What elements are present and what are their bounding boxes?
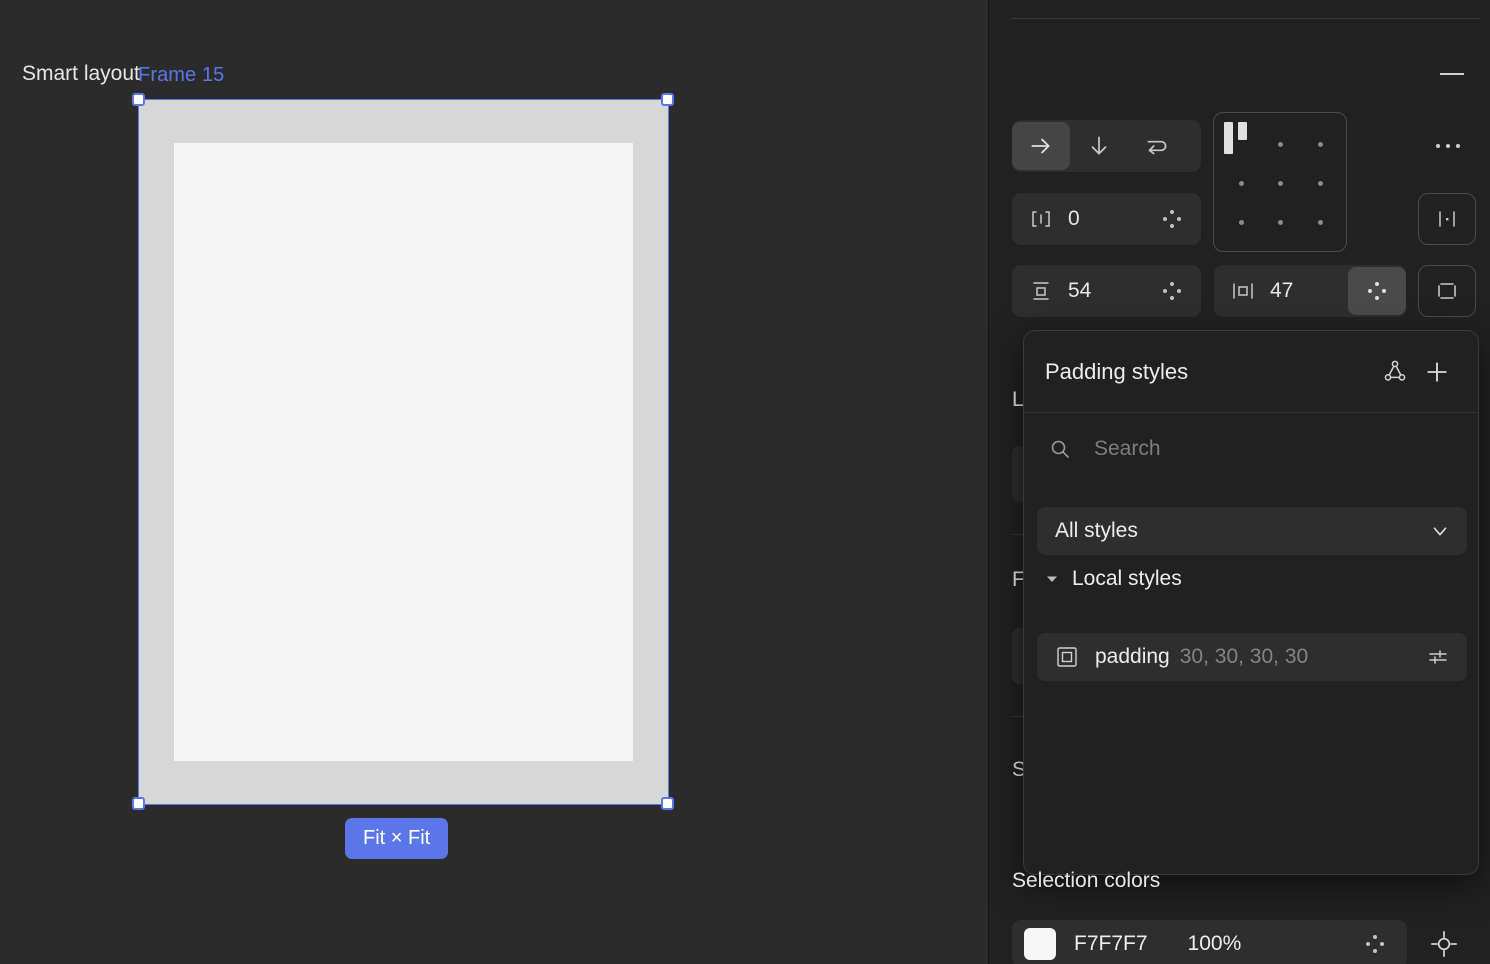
vertical-padding-field[interactable]: 54	[1012, 265, 1201, 317]
gap-value: 0	[1068, 207, 1080, 230]
chevron-down-glyph	[1433, 527, 1447, 536]
color-swatch[interactable]	[1024, 928, 1056, 960]
size-badge[interactable]: Fit × Fit	[345, 818, 449, 859]
vertical-padding-variable-dots-icon[interactable]	[1143, 267, 1201, 315]
wrap-arrow-icon	[1147, 140, 1167, 155]
individual-padding-glyph	[1438, 283, 1456, 299]
padding-styles-popup[interactable]: Padding styles Search All styles Local s…	[1023, 330, 1479, 875]
minimize-icon[interactable]	[1437, 60, 1467, 88]
minus-glyph	[1440, 73, 1464, 75]
align-dot-top-center[interactable]	[1278, 142, 1283, 147]
gap-icon	[1026, 208, 1056, 230]
list-item[interactable]: padding 30, 30, 30, 30	[1037, 633, 1467, 681]
direction-horizontal-button[interactable]	[1012, 122, 1070, 170]
align-dot-middle-left[interactable]	[1239, 181, 1244, 186]
resize-handle-top-left[interactable]	[132, 93, 145, 106]
ellipsis-glyph	[1436, 144, 1460, 148]
local-styles-label: Local styles	[1072, 567, 1182, 590]
horizontal-padding-value: 47	[1270, 279, 1294, 302]
search-input[interactable]	[1074, 437, 1458, 461]
direction-wrap-button[interactable]	[1128, 122, 1186, 170]
horizontal-padding-glyph	[1233, 283, 1253, 299]
resize-handle-bottom-left[interactable]	[132, 797, 145, 810]
style-value: 30, 30, 30, 30	[1179, 645, 1309, 668]
app-root: Frame 15 Fit × Fit Smart layout 0 54 47 …	[0, 0, 1490, 964]
smart-layout-section-title: Smart layout	[22, 62, 140, 85]
color-variable-dots-icon[interactable]	[1351, 922, 1399, 964]
align-dot-bottom-center[interactable]	[1278, 220, 1283, 225]
frame-name-label[interactable]: Frame 15	[138, 64, 224, 87]
distribute-spacing-icon[interactable]	[1418, 193, 1476, 245]
popup-title: Padding styles	[1045, 358, 1189, 384]
alignment-grid-icon[interactable]	[1213, 112, 1347, 252]
padding-style-glyph	[1057, 647, 1077, 667]
design-canvas[interactable]: Frame 15 Fit × Fit	[0, 0, 988, 964]
variable-dots-glyph	[1366, 935, 1384, 953]
search-icon	[1048, 437, 1074, 461]
selection-colors-title: Selection colors	[1012, 869, 1161, 892]
sliders-glyph	[1429, 650, 1447, 664]
horizontal-padding-variable-dots-icon[interactable]	[1348, 267, 1406, 315]
search-glyph	[1051, 440, 1069, 458]
popup-header: Padding styles	[1024, 331, 1478, 413]
local-styles-group-header[interactable]: Local styles	[1046, 567, 1182, 591]
align-dot-top-right[interactable]	[1318, 142, 1323, 147]
caret-down-glyph	[1047, 576, 1057, 582]
caret-down-icon	[1046, 573, 1058, 585]
vertical-padding-icon	[1026, 279, 1056, 303]
gap-variable-dots-icon[interactable]	[1143, 195, 1201, 243]
obscured-layer-section: L	[1012, 388, 1024, 411]
gap-input[interactable]: 0	[1012, 193, 1143, 245]
style-filter-select[interactable]: All styles	[1037, 507, 1467, 555]
chevron-down-icon	[1429, 520, 1451, 542]
arrow-right-icon	[1031, 138, 1050, 154]
plus-icon[interactable]	[1416, 351, 1458, 393]
individual-padding-icon[interactable]	[1418, 265, 1476, 317]
gap-glyph	[1032, 211, 1050, 227]
vertical-padding-value: 54	[1068, 279, 1092, 302]
resize-handle-top-right[interactable]	[661, 93, 674, 106]
gap-field[interactable]: 0	[1012, 193, 1201, 245]
selection-color-row[interactable]: F7F7F7 100%	[1012, 920, 1407, 964]
padding-style-icon	[1051, 644, 1083, 670]
variable-dots-glyph	[1163, 282, 1181, 300]
align-dot-bottom-left[interactable]	[1239, 220, 1244, 225]
popup-search-row[interactable]	[1024, 413, 1478, 485]
resize-handle-bottom-right[interactable]	[661, 797, 674, 810]
direction-vertical-button[interactable]	[1070, 122, 1128, 170]
frame-15-child-node[interactable]	[174, 143, 633, 761]
align-bar-tall	[1224, 122, 1233, 154]
libraries-icon[interactable]	[1374, 351, 1416, 393]
libraries-glyph	[1384, 360, 1406, 381]
vertical-padding-input[interactable]: 54	[1012, 265, 1143, 317]
distribute-glyph	[1439, 211, 1455, 227]
target-icon[interactable]	[1420, 920, 1468, 964]
color-opacity-value[interactable]: 100%	[1148, 932, 1351, 956]
align-dot-middle-center[interactable]	[1278, 181, 1283, 186]
horizontal-padding-icon	[1228, 279, 1258, 303]
arrow-down-icon	[1091, 136, 1107, 155]
vertical-padding-glyph	[1033, 282, 1049, 300]
style-filter-value: All styles	[1055, 519, 1138, 542]
variable-dots-glyph	[1163, 210, 1181, 228]
ellipsis-icon[interactable]	[1426, 122, 1470, 170]
plus-glyph	[1427, 361, 1447, 382]
horizontal-padding-input[interactable]: 47	[1214, 265, 1348, 317]
color-hex-value[interactable]: F7F7F7	[1056, 932, 1148, 956]
sliders-icon[interactable]	[1419, 638, 1457, 676]
horizontal-padding-field[interactable]: 47	[1214, 265, 1406, 317]
align-dot-middle-right[interactable]	[1318, 181, 1323, 186]
layout-direction-group[interactable]	[1012, 120, 1201, 172]
panel-top-divider	[1011, 18, 1481, 19]
align-dot-bottom-right[interactable]	[1318, 220, 1323, 225]
frame-15-node[interactable]	[138, 99, 669, 805]
target-glyph	[1431, 931, 1457, 957]
variable-dots-glyph	[1368, 282, 1386, 300]
align-bar-short	[1238, 122, 1247, 140]
style-name: padding	[1095, 645, 1170, 668]
